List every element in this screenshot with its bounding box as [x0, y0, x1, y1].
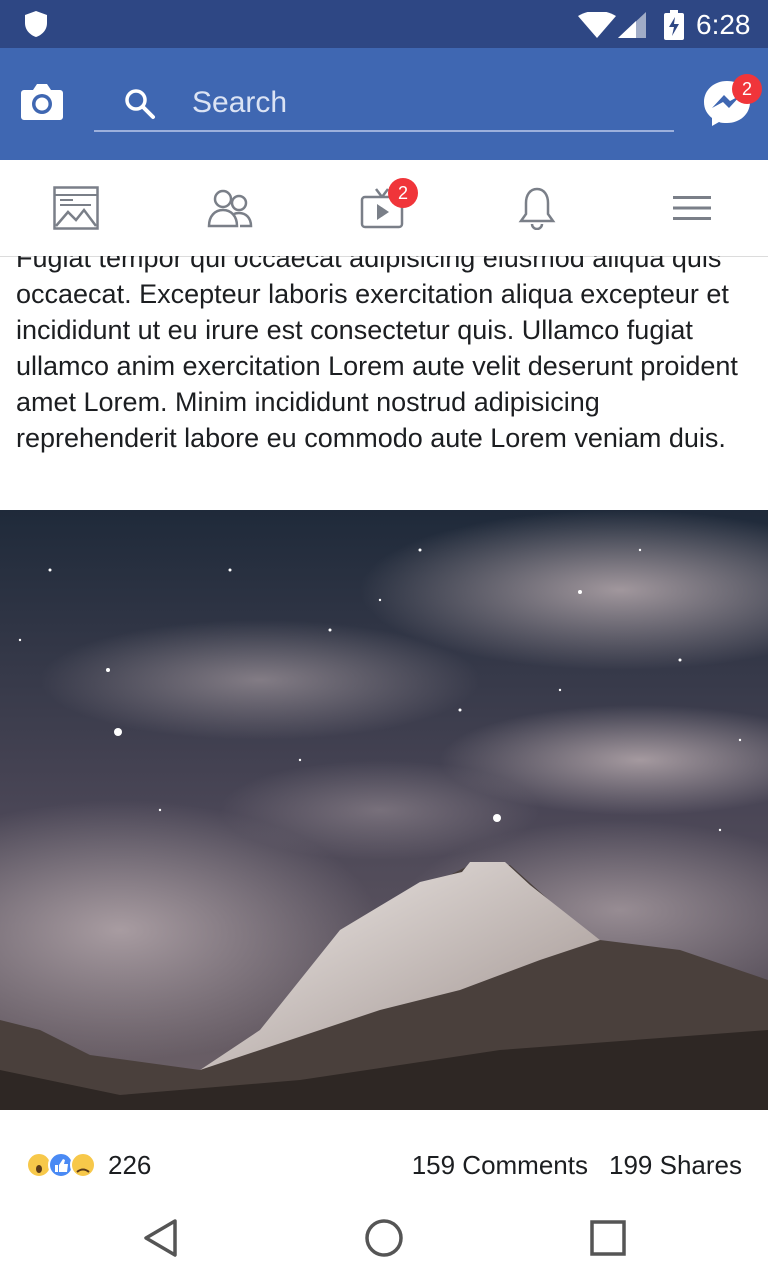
reaction-count[interactable]: 226 — [108, 1150, 151, 1181]
search-icon[interactable] — [124, 88, 156, 125]
post-photo[interactable] — [0, 510, 768, 1110]
hamburger-menu-icon — [673, 196, 711, 220]
tab-bar: 2 — [0, 160, 768, 257]
battery-charging-icon — [664, 10, 684, 45]
newspaper-icon — [53, 186, 99, 230]
messenger-button[interactable]: 2 — [702, 74, 762, 128]
search-input[interactable] — [190, 82, 664, 124]
tab-menu[interactable] — [632, 160, 752, 256]
comments-count[interactable]: 159 Comments — [412, 1150, 588, 1181]
watch-badge: 2 — [388, 178, 418, 208]
tab-notifications[interactable] — [477, 160, 597, 256]
post-stats: 226 159 Comments 199 Shares — [0, 1140, 768, 1190]
friends-icon — [207, 189, 253, 228]
back-icon — [144, 1219, 177, 1257]
app-bar: 2 — [0, 48, 768, 160]
news-feed: Fugiat tempor qui occaecat adipisicing e… — [0, 256, 768, 1196]
messenger-badge: 2 — [732, 74, 762, 104]
camera-button[interactable] — [20, 82, 64, 122]
back-button[interactable] — [130, 1210, 190, 1266]
system-nav-bar — [0, 1196, 768, 1280]
sad-reaction-icon — [70, 1152, 96, 1178]
wifi-icon — [578, 10, 616, 43]
clock: 6:28 — [696, 9, 751, 40]
tab-news-feed[interactable] — [16, 160, 136, 256]
shares-count[interactable]: 199 Shares — [609, 1150, 742, 1181]
search-bar — [94, 78, 674, 132]
recents-button[interactable] — [578, 1210, 638, 1266]
recents-icon — [590, 1220, 626, 1256]
bell-icon — [518, 187, 556, 230]
night-sky-mountain-photo — [0, 510, 768, 1110]
tab-friends[interactable] — [170, 160, 290, 256]
camera-icon — [21, 84, 63, 120]
status-bar: 6:28 — [0, 0, 768, 48]
home-button[interactable] — [354, 1210, 414, 1266]
shield-icon — [24, 10, 48, 43]
home-icon — [365, 1219, 403, 1257]
reaction-icons[interactable] — [24, 1150, 100, 1180]
tab-watch[interactable]: 2 — [324, 160, 444, 256]
post-text: Fugiat tempor qui occaecat adipisicing e… — [16, 256, 738, 453]
signal-icon — [618, 12, 648, 43]
